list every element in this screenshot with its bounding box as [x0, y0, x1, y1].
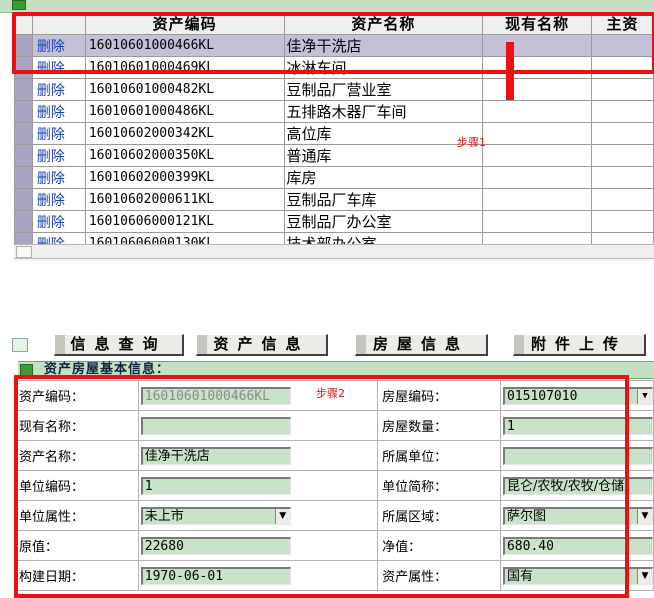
tab-label: 资产信息 — [213, 335, 310, 353]
row-selector[interactable] — [14, 144, 33, 167]
asset-name-cell: 豆制品厂车库 — [283, 188, 484, 211]
asset-name-cell: 库房 — [283, 166, 484, 189]
delete-link[interactable]: 删除 — [37, 171, 65, 187]
asset-code-cell: 16010601000486KL — [84, 100, 285, 123]
asset-code-cell: 16010602000350KL — [84, 144, 285, 167]
main-asset-cell — [591, 210, 654, 233]
asset-code-cell: 16010606000121KL — [84, 210, 285, 233]
row-selector[interactable] — [14, 188, 33, 211]
chevron-down-icon[interactable]: ▼ — [636, 568, 652, 584]
table-row[interactable]: 删除 16010606000121KL 豆制品厂办公室 — [14, 210, 654, 233]
current-name-cell — [482, 100, 593, 123]
asset-code-cell: 16010601000482KL — [84, 78, 285, 101]
tab-label: 房屋信息 — [372, 335, 469, 353]
asset-name-cell: 五排路木器厂车间 — [283, 100, 484, 123]
main-asset-cell — [591, 144, 654, 167]
row-selector[interactable] — [14, 210, 33, 233]
tab-attachment-upload[interactable]: 附件上传 — [513, 334, 646, 356]
row-selector[interactable] — [14, 100, 33, 123]
main-asset-cell — [591, 188, 654, 211]
asset-code-cell: 16010602000399KL — [84, 166, 285, 189]
main-asset-cell — [591, 100, 654, 123]
asset-name-cell: 豆制品厂办公室 — [283, 210, 484, 233]
tab-label: 信息查询 — [70, 335, 167, 353]
table-row[interactable]: 删除 16010602000399KL 库房 — [14, 166, 654, 189]
scrollbar-thumb[interactable] — [16, 246, 32, 258]
panel-icon — [12, 0, 26, 10]
current-name-cell — [482, 188, 593, 211]
row-selector[interactable] — [14, 166, 33, 189]
tab-bar: 信息查询 资产信息 房屋信息 附件上传 — [12, 330, 654, 358]
table-row[interactable]: 删除 16010601000482KL 豆制品厂营业室 — [14, 78, 654, 101]
step1-label: 步骤1 — [457, 136, 486, 149]
horizontal-scrollbar[interactable] — [14, 244, 654, 259]
main-asset-cell — [591, 78, 654, 101]
refresh-icon[interactable] — [12, 338, 28, 352]
main-asset-cell — [591, 122, 654, 145]
tab-asset-info[interactable]: 资产信息 — [196, 334, 328, 356]
table-row[interactable]: 删除 16010602000342KL 高位库 — [14, 122, 654, 145]
delete-link[interactable]: 删除 — [37, 105, 65, 121]
current-name-cell — [482, 166, 593, 189]
delete-link[interactable]: 删除 — [37, 215, 65, 231]
row-selector[interactable] — [14, 122, 33, 145]
tab-info-query[interactable]: 信息查询 — [54, 334, 184, 356]
step1-highlight-box — [12, 12, 654, 74]
tab-house-info[interactable]: 房屋信息 — [355, 334, 488, 356]
chevron-down-icon[interactable]: ▼ — [636, 388, 652, 404]
delete-link[interactable]: 删除 — [37, 193, 65, 209]
current-name-cell — [482, 122, 593, 145]
step1-marker-bar — [506, 42, 514, 100]
row-selector[interactable] — [14, 78, 33, 101]
table-row[interactable]: 删除 16010601000486KL 五排路木器厂车间 — [14, 100, 654, 123]
delete-link[interactable]: 删除 — [37, 149, 65, 165]
step2-label: 步骤2 — [316, 387, 345, 400]
current-name-cell — [482, 210, 593, 233]
asset-name-cell: 高位库 — [283, 122, 484, 145]
current-name-cell — [482, 144, 593, 167]
delete-link[interactable]: 删除 — [37, 83, 65, 99]
table-row[interactable]: 删除 16010602000350KL 普通库 — [14, 144, 654, 167]
asset-name-cell: 豆制品厂营业室 — [283, 78, 484, 101]
tab-label: 附件上传 — [530, 335, 627, 353]
step2-highlight-box — [14, 375, 629, 598]
chevron-down-icon[interactable]: ▼ — [636, 508, 652, 524]
delete-link[interactable]: 删除 — [37, 127, 65, 143]
main-asset-cell — [591, 166, 654, 189]
asset-code-cell: 16010602000342KL — [84, 122, 285, 145]
current-name-cell — [482, 78, 593, 101]
asset-code-cell: 16010602000611KL — [84, 188, 285, 211]
asset-name-cell: 普通库 — [283, 144, 484, 167]
table-row[interactable]: 删除 16010602000611KL 豆制品厂车库 — [14, 188, 654, 211]
